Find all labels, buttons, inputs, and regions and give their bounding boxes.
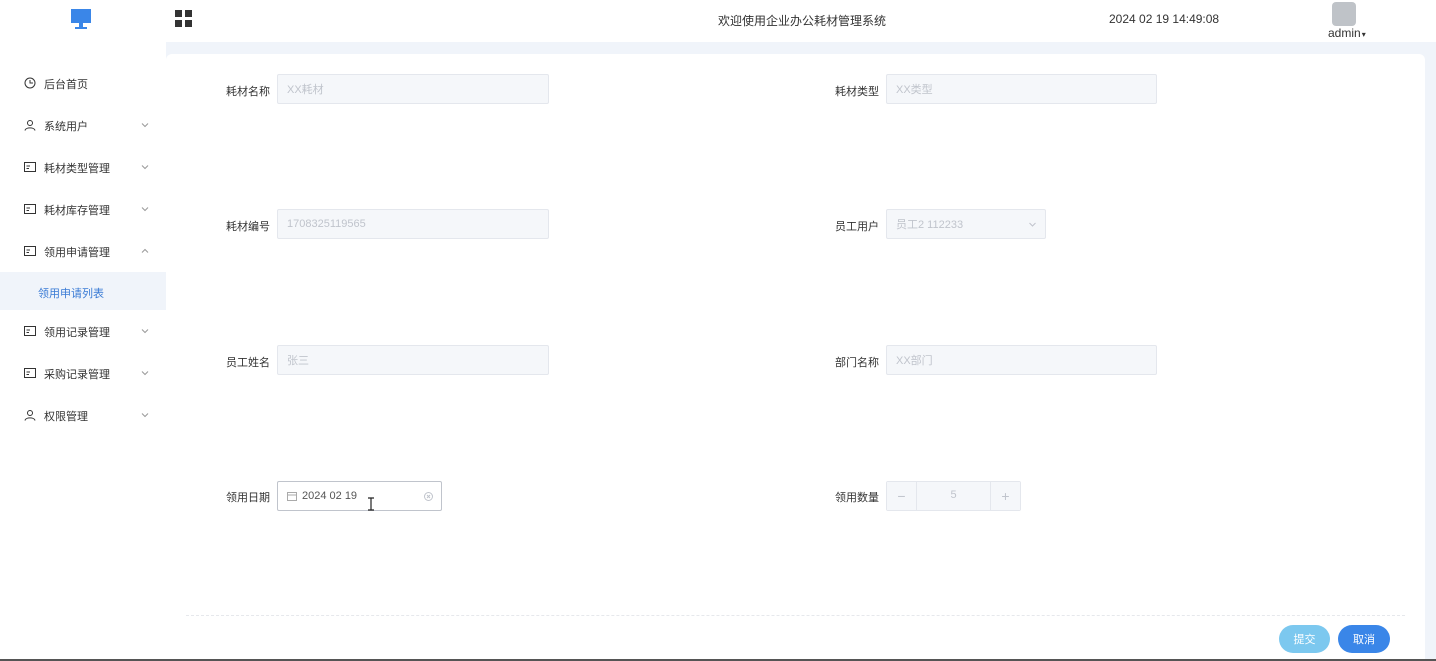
employee-name-input[interactable]: 张三 [277, 345, 549, 375]
clock-icon [24, 77, 36, 89]
sidebar-item-permissions[interactable]: 权限管理 [0, 394, 166, 436]
avatar[interactable] [1332, 2, 1356, 26]
user-icon [24, 120, 36, 131]
logo-area [0, 0, 166, 42]
clear-circle-icon[interactable] [424, 492, 433, 501]
caret-down-icon: ▾ [1361, 30, 1366, 39]
user-menu[interactable]: admin▾ [1328, 26, 1366, 40]
employee-user-label: 员工用户 [835, 221, 879, 233]
top-header: 欢迎使用企业办公耗材管理系统 2024 02 19 14:49:08 admin… [0, 0, 1436, 42]
chevron-down-icon [141, 123, 149, 128]
minus-icon: − [897, 488, 906, 504]
sidebar-item-label: 耗材库存管理 [44, 205, 110, 217]
cancel-button[interactable]: 取消 [1338, 625, 1390, 653]
current-datetime: 2024 02 19 14:49:08 [1109, 12, 1220, 26]
text-cursor-icon [368, 497, 374, 511]
chevron-down-icon [141, 371, 149, 376]
increase-button[interactable]: + [990, 482, 1020, 510]
decrease-button[interactable]: − [887, 482, 917, 510]
consumable-name-placeholder: XX耗材 [287, 84, 324, 96]
sidebar-item-apply-management[interactable]: 领用申请管理 [0, 230, 166, 272]
sidebar-item-label: 权限管理 [44, 411, 88, 423]
app-grid-icon[interactable] [175, 10, 192, 27]
employee-name-placeholder: 张三 [287, 355, 309, 367]
apply-date-value: 2024 02 19 [302, 490, 358, 502]
sidebar-item-consumable-stock[interactable]: 耗材库存管理 [0, 188, 166, 230]
department-placeholder: XX部门 [896, 355, 933, 367]
sidebar-item-label: 耗材类型管理 [44, 163, 110, 175]
quantity-stepper[interactable]: − 5 + [886, 481, 1021, 511]
sidebar-subitem-label: 领用申请列表 [38, 288, 104, 300]
chevron-down-icon [1029, 222, 1036, 227]
monitor-logo-icon [71, 9, 91, 29]
consumable-type-label: 耗材类型 [835, 86, 879, 98]
employee-user-select[interactable]: 员工2 112233 [886, 209, 1046, 239]
calendar-icon [287, 492, 297, 501]
apply-date-picker[interactable]: 2024 02 19 [277, 481, 442, 511]
sidebar: 后台首页 系统用户 耗材类型管理 耗材库存管理 领用申请管理 领用申请列表 领用… [0, 42, 166, 661]
form-divider [186, 615, 1405, 616]
consumable-name-input[interactable]: XX耗材 [277, 74, 549, 104]
consumable-name-label: 耗材名称 [226, 86, 270, 98]
card-icon [24, 162, 36, 172]
submit-button[interactable]: 提交 [1279, 625, 1330, 653]
sidebar-item-label: 领用记录管理 [44, 327, 110, 339]
department-input[interactable]: XX部门 [886, 345, 1157, 375]
sidebar-item-label: 后台首页 [44, 79, 88, 91]
plus-icon: + [1001, 488, 1010, 504]
quantity-value: 5 [950, 489, 957, 501]
chevron-down-icon [141, 413, 149, 418]
card-icon [24, 246, 36, 256]
employee-name-label: 员工姓名 [226, 357, 270, 369]
quantity-label: 领用数量 [835, 492, 879, 504]
chevron-up-icon [141, 248, 149, 253]
sidebar-item-system-users[interactable]: 系统用户 [0, 104, 166, 146]
department-label: 部门名称 [835, 357, 879, 369]
sidebar-item-home[interactable]: 后台首页 [0, 62, 166, 104]
apply-date-label: 领用日期 [226, 492, 270, 504]
chevron-down-icon [141, 165, 149, 170]
consumable-type-placeholder: XX类型 [896, 84, 933, 96]
card-icon [24, 368, 36, 378]
sidebar-item-consumable-types[interactable]: 耗材类型管理 [0, 146, 166, 188]
user-name-label: admin [1328, 26, 1361, 40]
welcome-text: 欢迎使用企业办公耗材管理系统 [718, 14, 887, 28]
sidebar-item-label: 采购记录管理 [44, 369, 110, 381]
consumable-code-label: 耗材编号 [226, 221, 270, 233]
chevron-down-icon [141, 207, 149, 212]
sidebar-item-label: 系统用户 [44, 121, 88, 133]
card-icon [24, 326, 36, 336]
chevron-down-icon [141, 329, 149, 334]
sidebar-item-purchase-records[interactable]: 采购记录管理 [0, 352, 166, 394]
employee-user-placeholder: 员工2 112233 [896, 219, 964, 231]
sidebar-item-label: 领用申请管理 [44, 247, 110, 259]
consumable-code-input[interactable]: 1708325119565 [277, 209, 549, 239]
sidebar-subitem-apply-list[interactable]: 领用申请列表 [0, 272, 166, 310]
sidebar-item-usage-records[interactable]: 领用记录管理 [0, 310, 166, 352]
consumable-code-placeholder: 1708325119565 [287, 218, 366, 230]
consumable-type-input[interactable]: XX类型 [886, 74, 1157, 104]
user-icon [24, 410, 36, 421]
card-icon [24, 204, 36, 214]
